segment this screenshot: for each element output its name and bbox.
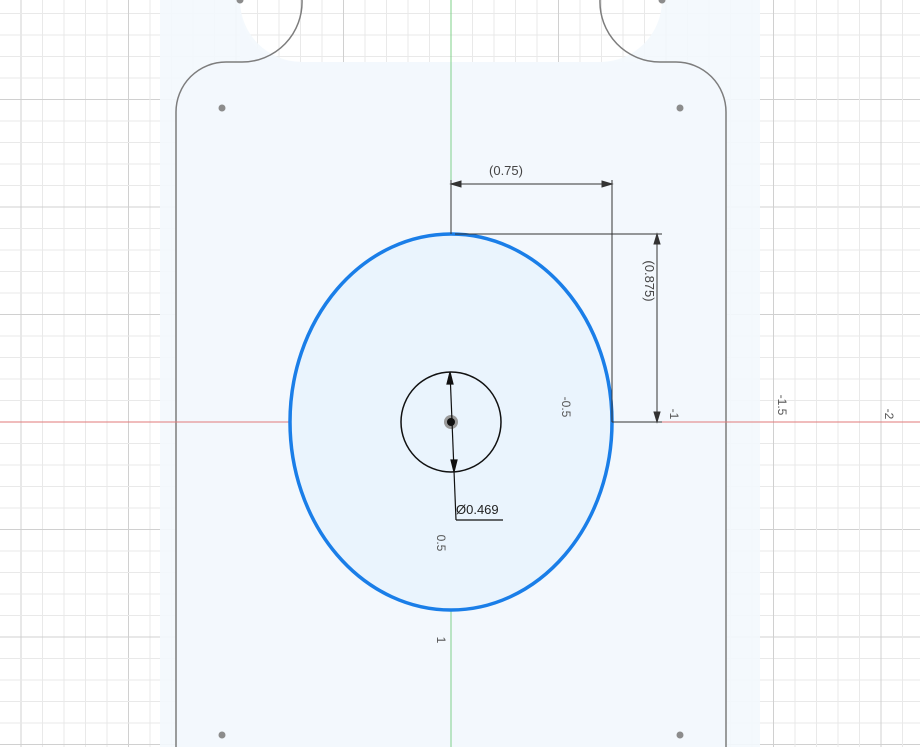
origin-point [447, 418, 455, 426]
sketch-canvas[interactable]: (0.75) (0.875) Ø0.469 -0.5 -1 -1.5 -2 0.… [0, 0, 920, 747]
mount-point-top-left[interactable] [218, 104, 226, 112]
vertical-dimension-label[interactable]: (0.875) [642, 260, 657, 301]
mount-point-bottom-right[interactable] [676, 731, 684, 739]
x-tick-neg-1-5: -1.5 [775, 395, 789, 416]
mount-point-top-right[interactable] [676, 104, 684, 112]
horizontal-dimension-label[interactable]: (0.75) [489, 163, 523, 178]
x-tick-neg-2: -2 [882, 409, 896, 420]
x-tick-neg-1: -1 [667, 409, 681, 420]
x-tick-neg-0-5: -0.5 [559, 397, 573, 418]
diameter-dimension-label[interactable]: Ø0.469 [456, 502, 499, 517]
y-tick-1: 1 [434, 637, 448, 644]
mount-point-bottom-left[interactable] [218, 731, 226, 739]
y-tick-0-5: 0.5 [434, 535, 448, 552]
